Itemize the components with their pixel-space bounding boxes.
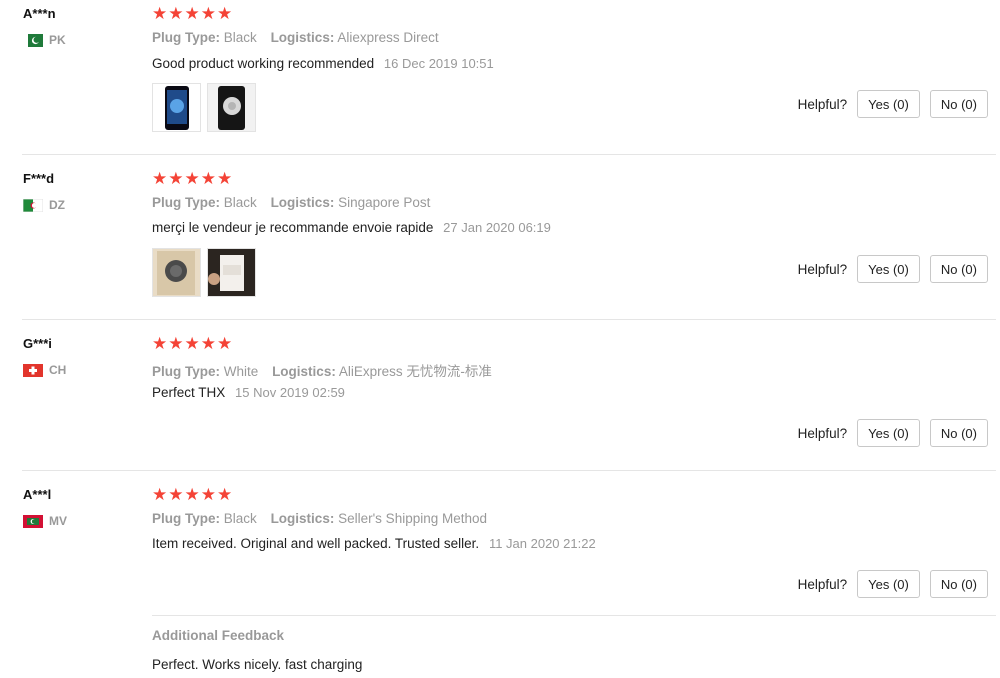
reviewer-name: A***l [23,487,52,502]
review-body: Perfect THX [152,385,226,400]
review-photo-thumbnail[interactable] [207,83,256,132]
plug-type-label: Plug Type: [152,30,221,45]
review-item: A***l MV ★★★★★ Plug Type: Black Logistic… [0,471,996,678]
country-code: CH [49,363,67,377]
helpful-yes-button[interactable]: Yes (0) [857,419,920,447]
rating-stars: ★★★★★ [152,485,234,504]
plug-type-value: White [223,364,259,379]
logistics-value: AliExpress 无忧物流-标准 [338,364,492,379]
logistics-value: Singapore Post [338,195,431,210]
review-text: Good product working recommended 16 Dec … [152,56,494,71]
helpful-controls: Helpful? Yes (0) No (0) [798,90,988,118]
helpful-no-button[interactable]: No (0) [929,570,988,598]
helpful-no-button[interactable]: No (0) [929,255,988,283]
review-date: 15 Nov 2019 02:59 [235,385,345,400]
helpful-yes-button[interactable]: Yes (0) [857,570,920,598]
plug-type-value: Black [223,195,257,210]
rating-stars: ★★★★★ [152,334,234,353]
helpful-controls: Helpful? Yes (0) No (0) [798,570,988,598]
review-text: Perfect THX 15 Nov 2019 02:59 [152,385,345,400]
logistics-label: Logistics: [272,364,336,379]
review-date: 16 Dec 2019 10:51 [383,56,494,71]
review-item: A***n PK ★★★★★ Plug Type: Black Logistic… [0,0,996,155]
review-text: Item received. Original and well packed.… [152,536,596,551]
additional-feedback-title: Additional Feedback [152,628,285,643]
logistics-label: Logistics: [270,511,335,526]
reviewer-country: CH [23,363,66,377]
flag-pk-icon [23,33,43,47]
plug-type-value: Black [223,511,257,526]
logistics-label: Logistics: [270,195,335,210]
logistics-value: Aliexpress Direct [337,30,439,45]
review-attributes: Plug Type: White Logistics: AliExpress 无… [152,360,492,380]
review-photo-thumbnail[interactable] [152,248,201,297]
reviewer-country: PK [23,33,66,47]
logistics-label: Logistics: [270,30,335,45]
helpful-yes-button[interactable]: Yes (0) [857,255,920,283]
review-photos [152,83,256,132]
review-photo-thumbnail[interactable] [152,83,201,132]
additional-feedback-text: Perfect. Works nicely. fast charging [152,657,363,672]
reviewer-name: A***n [23,6,56,21]
helpful-yes-button[interactable]: Yes (0) [857,90,920,118]
rating-stars: ★★★★★ [152,169,234,188]
flag-mv-icon [23,514,43,528]
helpful-no-button[interactable]: No (0) [929,419,988,447]
helpful-label: Helpful? [797,425,848,441]
review-date: 27 Jan 2020 06:19 [443,220,551,235]
flag-dz-icon [22,198,44,212]
helpful-label: Helpful? [797,96,848,112]
flag-ch-icon [23,363,43,377]
reviewer-country: MV [23,514,67,528]
review-attributes: Plug Type: Black Logistics: Aliexpress D… [152,30,439,45]
helpful-controls: Helpful? Yes (0) No (0) [798,419,988,447]
reviewer-country: DZ [22,198,65,212]
review-body: Good product working recommended [152,56,375,71]
review-body: Item received. Original and well packed.… [152,536,480,551]
additional-feedback-divider [152,615,996,616]
review-attributes: Plug Type: Black Logistics: Singapore Po… [152,195,430,210]
logistics-value: Seller's Shipping Method [338,511,488,526]
review-item: F***d DZ ★★★★★ Plug Type: Black Logistic… [0,155,996,320]
review-date: 11 Jan 2020 21:22 [488,536,596,551]
review-attributes: Plug Type: Black Logistics: Seller's Shi… [152,511,487,526]
rating-stars: ★★★★★ [152,4,234,23]
plug-type-label: Plug Type: [152,195,221,210]
review-text: merçi le vendeur je recommande envoie ra… [152,220,551,235]
country-code: MV [49,514,67,528]
helpful-label: Helpful? [797,261,848,277]
helpful-label: Helpful? [797,576,848,592]
plug-type-label: Plug Type: [152,511,221,526]
plug-type-value: Black [223,30,257,45]
review-photos [152,248,256,297]
review-item: G***i CH ★★★★★ Plug Type: White Logistic… [0,320,996,471]
reviewer-name: F***d [23,171,55,186]
helpful-no-button[interactable]: No (0) [929,90,988,118]
country-code: PK [49,33,66,47]
review-body: merçi le vendeur je recommande envoie ra… [152,220,434,235]
review-photo-thumbnail[interactable] [207,248,256,297]
helpful-controls: Helpful? Yes (0) No (0) [798,255,988,283]
plug-type-label: Plug Type: [152,364,221,379]
country-code: DZ [49,198,65,212]
reviewer-name: G***i [23,336,52,351]
